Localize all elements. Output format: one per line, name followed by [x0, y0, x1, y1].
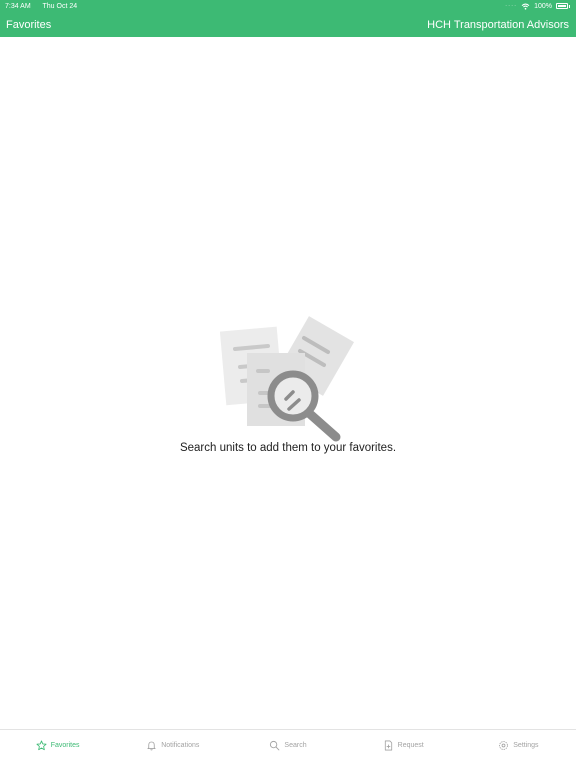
empty-state-message: Search units to add them to your favorit…: [179, 442, 397, 454]
status-left: 7:34 AM Thu Oct 24: [5, 3, 87, 10]
signal-icon: ····: [505, 3, 518, 9]
battery-tip: [569, 4, 570, 8]
tab-request-label: Request: [397, 741, 424, 749]
wifi-icon: [521, 3, 530, 10]
gear-icon: [499, 740, 509, 750]
tab-bar: Favorites Notifications Search Request S…: [0, 729, 576, 768]
bell-icon: [147, 741, 156, 750]
tab-settings-label: Settings: [513, 741, 539, 749]
status-right: ···· 100%: [505, 3, 570, 10]
search-icon: [270, 740, 280, 750]
tab-settings[interactable]: Settings: [461, 730, 576, 768]
status-bar: 7:34 AM Thu Oct 24 ···· 100%: [0, 0, 576, 12]
battery-percent: 100%: [534, 2, 552, 10]
request-icon: [384, 740, 392, 750]
star-icon: [36, 740, 47, 750]
status-time: 7:34 AM: [5, 2, 31, 10]
tab-notifications[interactable]: Notifications: [115, 730, 230, 768]
tab-search[interactable]: Search: [230, 730, 345, 768]
nav-bar: Favorites HCH Transportation Advisors: [0, 12, 576, 37]
tab-request[interactable]: Request: [346, 730, 461, 768]
tab-search-label: Search: [284, 741, 307, 749]
status-date: Thu Oct 24: [42, 2, 78, 10]
search-documents-illustration: [220, 316, 355, 442]
battery-icon: [556, 3, 568, 9]
tab-favorites[interactable]: Favorites: [0, 730, 115, 768]
tab-favorites-label: Favorites: [50, 741, 80, 749]
company-name: HCH Transportation Advisors: [427, 18, 569, 31]
page-title: Favorites: [6, 18, 52, 31]
tab-notifications-label: Notifications: [161, 741, 200, 749]
